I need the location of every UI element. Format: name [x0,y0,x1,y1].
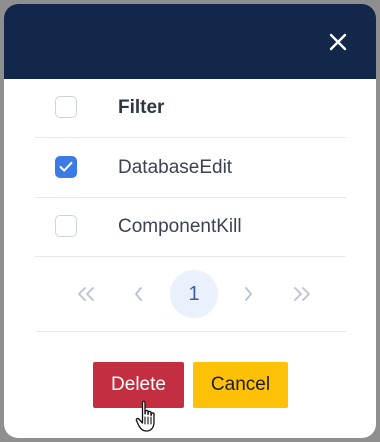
select-all-checkbox[interactable] [55,96,77,118]
pagination: 1 [35,257,346,332]
cancel-button[interactable]: Cancel [193,362,288,408]
table-row[interactable]: ComponentKill [35,198,346,257]
close-icon [329,33,347,51]
checkmark-icon [59,161,73,172]
double-chevron-right-icon [294,287,310,301]
previous-page-button[interactable] [115,270,163,318]
table-row[interactable]: DatabaseEdit [35,139,346,198]
dialog-header [4,4,376,79]
first-page-button[interactable] [62,270,110,318]
hand-pointer-cursor-icon [135,400,155,432]
last-page-button[interactable] [278,270,326,318]
close-button[interactable] [326,30,350,54]
dialog: Filter DatabaseEdit ComponentKill 1 Dele… [4,4,376,438]
row-checkbox[interactable] [55,156,77,178]
row-label: DatabaseEdit [118,157,233,178]
current-page-button[interactable]: 1 [170,270,218,318]
filter-column-header: Filter [118,97,165,118]
chevron-right-icon [245,287,252,301]
chevron-left-icon [135,287,142,301]
table-header-row: Filter [35,79,346,138]
double-chevron-left-icon [78,287,94,301]
next-page-button[interactable] [224,270,272,318]
row-label: ComponentKill [118,216,242,237]
row-checkbox[interactable] [55,215,77,237]
